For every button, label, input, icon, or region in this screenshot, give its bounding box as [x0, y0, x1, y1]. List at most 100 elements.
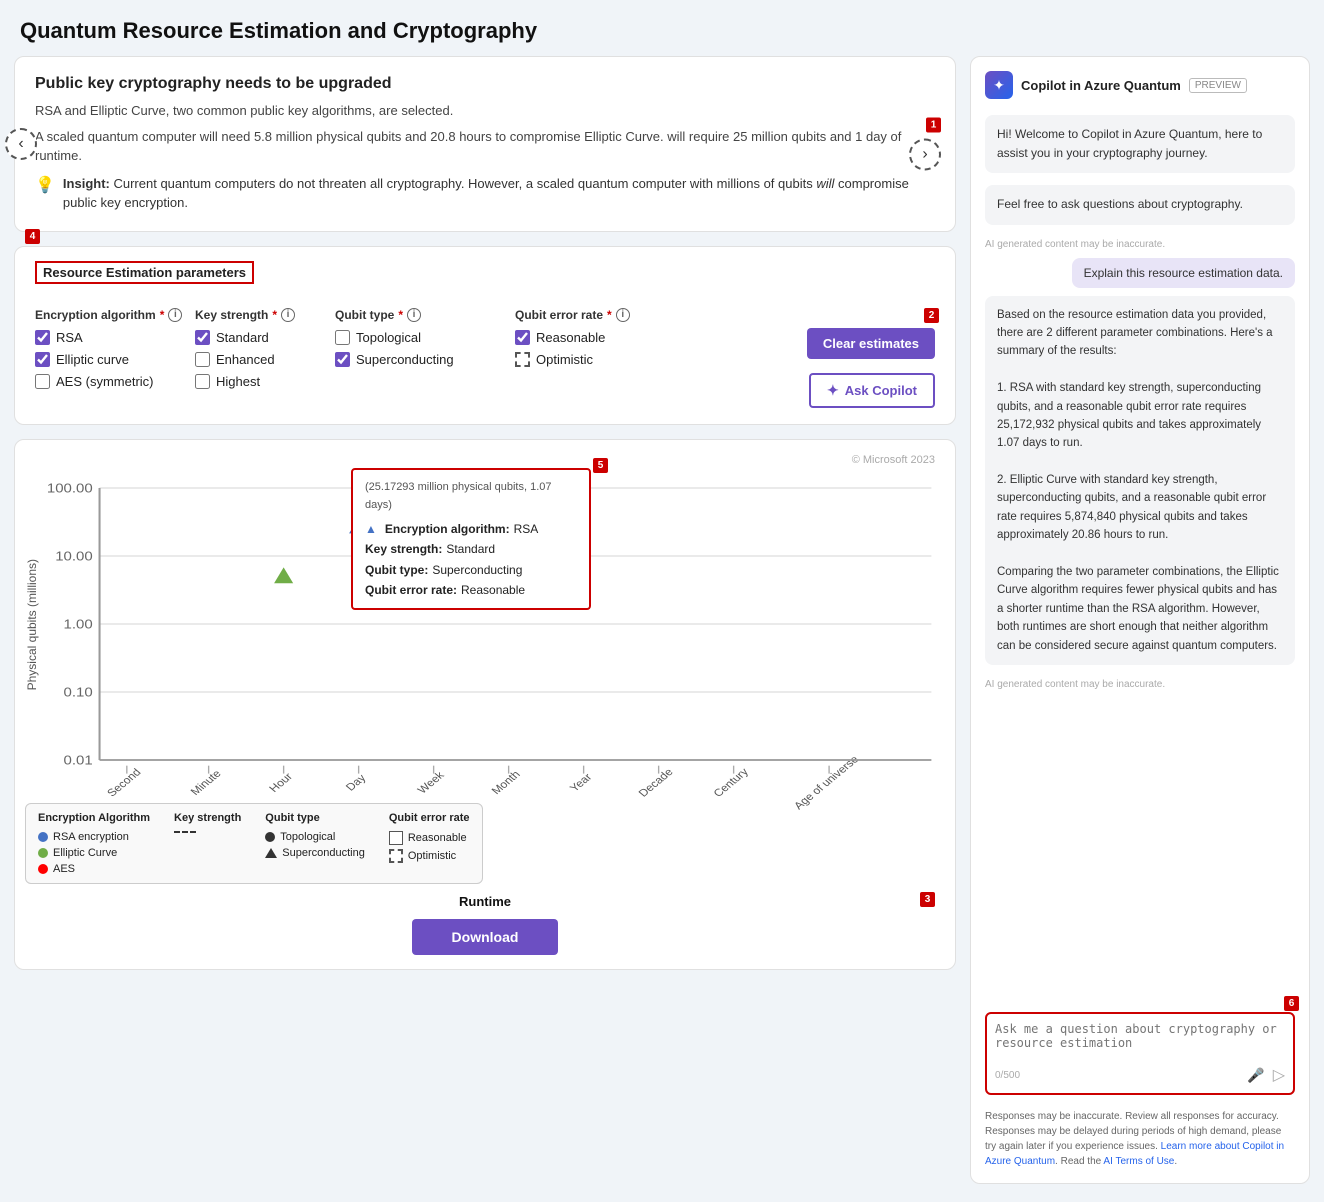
legend-superconducting: Superconducting — [265, 847, 365, 859]
svg-text:Year: Year — [568, 771, 595, 793]
legend-qubittype-label: Qubit type — [265, 812, 365, 824]
rsa-color-dot — [38, 832, 48, 842]
col3-header: Qubit type * i — [335, 308, 515, 322]
send-button[interactable]: ▷ — [1273, 1065, 1285, 1085]
svg-text:1.00: 1.00 — [64, 617, 94, 631]
col1-header: Encryption algorithm * i — [35, 308, 195, 322]
topological-checkbox-row: Topological — [335, 330, 515, 345]
svg-text:Decade: Decade — [637, 766, 676, 798]
col1: Encryption algorithm * i RSA Elliptic cu… — [35, 308, 195, 408]
standard-checkbox-row: Standard — [195, 330, 335, 345]
optimistic-checkbox-row: Optimistic — [515, 352, 807, 367]
elliptic-checkbox[interactable] — [35, 352, 50, 367]
copilot-star-icon: ✦ — [827, 382, 839, 399]
legend-optimistic: Optimistic — [389, 849, 470, 863]
clear-estimates-button[interactable]: Clear estimates — [807, 328, 935, 359]
user-bubble: Explain this resource estimation data. — [1072, 258, 1295, 288]
info-card-text2: A scaled quantum computer will need 5.8 … — [35, 127, 935, 166]
col2-info-icon[interactable]: i — [281, 308, 295, 322]
ai-note-2: AI generated content may be inaccurate. — [985, 679, 1295, 690]
info-card-insight: 💡 Insight: Current quantum computers do … — [35, 174, 935, 213]
reasonable-checkbox-row: Reasonable — [515, 330, 807, 345]
y-axis-label: Physical qubits (millions) — [25, 559, 39, 690]
topological-checkbox[interactable] — [335, 330, 350, 345]
chart-card: Physical qubits (millions) © Microsoft 2… — [14, 439, 956, 970]
svg-text:Minute: Minute — [189, 768, 224, 797]
main-layout: Public key cryptography needs to be upgr… — [0, 56, 1324, 1198]
badge-6: 6 — [1284, 996, 1299, 1011]
ask-input[interactable] — [995, 1022, 1285, 1058]
char-count: 0/500 — [995, 1070, 1020, 1081]
elliptic-point[interactable] — [274, 567, 293, 583]
optimistic-checkbox[interactable] — [515, 352, 530, 367]
col1-info-icon[interactable]: i — [168, 308, 182, 322]
topological-label: Topological — [356, 330, 421, 345]
svg-text:Month: Month — [490, 769, 523, 797]
rsa-point[interactable] — [349, 517, 368, 533]
reasonable-checkbox[interactable] — [515, 330, 530, 345]
rsa-checkbox[interactable] — [35, 330, 50, 345]
col3-info-icon[interactable]: i — [407, 308, 421, 322]
prev-button[interactable]: ‹ — [5, 128, 37, 160]
info-card-title: Public key cryptography needs to be upgr… — [35, 75, 935, 93]
col4: Qubit error rate * i Reasonable Optimist… — [515, 308, 807, 408]
svg-text:Age of universe: Age of universe — [792, 754, 861, 812]
nav-left-area: ‹ — [5, 128, 37, 160]
lightbulb-icon: 💡 — [35, 175, 55, 195]
enhanced-checkbox-row: Enhanced — [195, 352, 335, 367]
col3: Qubit type * i Topological Superconducti… — [335, 308, 515, 408]
col4-header: Qubit error rate * i — [515, 308, 807, 322]
copilot-title: Copilot in Azure Quantum — [1021, 78, 1181, 93]
enhanced-checkbox[interactable] — [195, 352, 210, 367]
left-panel: Public key cryptography needs to be upgr… — [14, 56, 956, 1184]
chart-copyright: © Microsoft 2023 — [852, 454, 935, 466]
mic-button[interactable]: 🎤 — [1247, 1067, 1264, 1084]
aes-label: AES (symmetric) — [56, 374, 154, 389]
svg-text:10.00: 10.00 — [55, 549, 93, 563]
legend-errorrate-group: Qubit error rate Reasonable Optimistic — [389, 812, 470, 875]
superconducting-tri — [265, 848, 277, 858]
reasonable-box — [389, 831, 403, 845]
rsa-label: RSA — [56, 330, 83, 345]
rsa-checkbox-row: RSA — [35, 330, 195, 345]
preview-badge: PREVIEW — [1189, 78, 1247, 93]
svg-text:Hour: Hour — [267, 771, 295, 794]
superconducting-checkbox-row: Superconducting — [335, 352, 515, 367]
terms-link[interactable]: AI Terms of Use — [1103, 1156, 1174, 1167]
highest-checkbox[interactable] — [195, 374, 210, 389]
svg-text:100.00: 100.00 — [47, 481, 93, 495]
aes-checkbox[interactable] — [35, 374, 50, 389]
legend-keystrength-dashed — [174, 831, 241, 833]
chat-messages: Hi! Welcome to Copilot in Azure Quantum,… — [985, 115, 1295, 996]
badge-4: 4 — [25, 229, 40, 244]
dashed-line-icon — [174, 831, 196, 833]
copilot-panel: ✦ Copilot in Azure Quantum PREVIEW Hi! W… — [970, 56, 1310, 1184]
legend-topological: Topological — [265, 831, 365, 843]
params-card: 4 Resource Estimation parameters Encrypt… — [14, 246, 956, 425]
standard-checkbox[interactable] — [195, 330, 210, 345]
insight-text: Insight: Current quantum computers do no… — [63, 174, 935, 213]
sub-greeting-bubble: Feel free to ask questions about cryptog… — [985, 185, 1295, 224]
download-button[interactable]: Download — [412, 919, 559, 955]
highest-label: Highest — [216, 374, 260, 389]
legend-qubittype-group: Qubit type Topological Superconducting — [265, 812, 365, 875]
legend-aes: AES — [38, 863, 150, 875]
legend-elliptic: Elliptic Curve — [38, 847, 150, 859]
page-title: Quantum Resource Estimation and Cryptogr… — [0, 0, 1324, 56]
chart-svg: 100.00 10.00 1.00 0.10 0.01 — [45, 454, 945, 794]
enhanced-label: Enhanced — [216, 352, 275, 367]
superconducting-checkbox[interactable] — [335, 352, 350, 367]
elliptic-color-dot — [38, 848, 48, 858]
footer-note: Responses may be inaccurate. Review all … — [985, 1109, 1295, 1169]
legend-keystrength-group: Key strength — [174, 812, 241, 875]
ask-copilot-button[interactable]: ✦ Ask Copilot — [809, 373, 935, 408]
legend-errorrate-label: Qubit error rate — [389, 812, 470, 824]
legend-enc-group: Encryption Algorithm RSA encryption Elli… — [38, 812, 150, 875]
info-card: Public key cryptography needs to be upgr… — [14, 56, 956, 232]
svg-text:Day: Day — [344, 772, 369, 793]
next-button[interactable]: › — [909, 138, 941, 170]
svg-text:0.10: 0.10 — [64, 685, 94, 699]
aes-color-dot — [38, 864, 48, 874]
col4-info-icon[interactable]: i — [616, 308, 630, 322]
reasonable-label: Reasonable — [536, 330, 605, 345]
